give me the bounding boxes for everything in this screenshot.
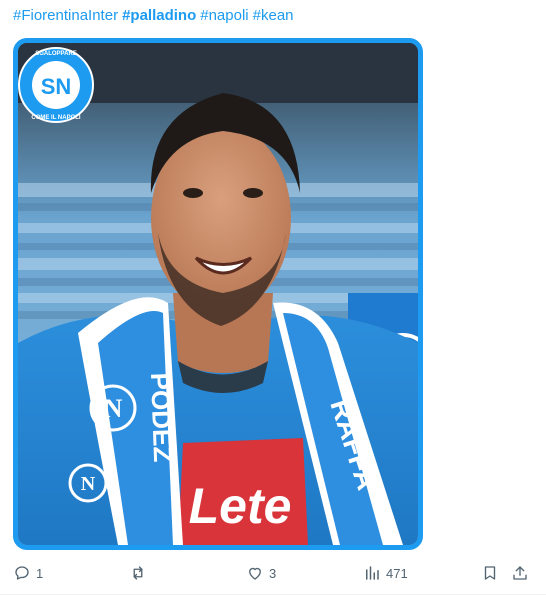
like-button[interactable]: 3 xyxy=(246,560,276,586)
views-count: 471 xyxy=(386,565,408,581)
hashtag-link[interactable]: #FiorentinaInter xyxy=(13,7,118,24)
reply-button[interactable]: 1 xyxy=(13,560,43,586)
like-count: 3 xyxy=(269,565,277,581)
photo-illustration: Lete PODEZ RAFFA N N SN SGALOPPARE COME … xyxy=(18,43,418,545)
repost-button[interactable] xyxy=(129,560,152,586)
bookmark-button[interactable] xyxy=(481,560,499,586)
hashtag-link[interactable]: #kean xyxy=(253,7,294,24)
logo-ring-bottom: COME IL NAPOLI xyxy=(31,115,81,121)
divider xyxy=(0,594,546,595)
repost-icon xyxy=(133,566,143,580)
svg-text:N: N xyxy=(104,394,123,423)
scarf-text-left: PODEZ xyxy=(145,372,178,463)
share-icon xyxy=(513,566,527,580)
post-image[interactable]: Lete PODEZ RAFFA N N SN SGALOPPARE COME … xyxy=(13,38,423,550)
logo-ring-top: SGALOPPARE xyxy=(35,51,77,57)
logo-initials: SN xyxy=(41,74,72,99)
share-button[interactable] xyxy=(511,560,529,586)
post-action-bar: 1 3 471 xyxy=(0,560,546,586)
svg-text:N: N xyxy=(81,473,96,495)
shirt-sponsor-text: Lete xyxy=(189,478,292,534)
heart-icon xyxy=(249,567,261,580)
hashtag-link[interactable]: #napoli xyxy=(200,7,248,24)
views-chart-icon xyxy=(366,566,379,580)
reply-icon xyxy=(15,566,29,580)
bookmark-icon xyxy=(484,566,496,580)
reply-count: 1 xyxy=(36,565,44,581)
post-hashtags: #FiorentinaInter #palladino #napoli #kean xyxy=(13,6,298,26)
views-button[interactable]: 471 xyxy=(363,560,408,586)
hashtag-link[interactable]: #palladino xyxy=(122,7,196,24)
channel-logo: SN SGALOPPARE COME IL NAPOLI xyxy=(18,47,94,123)
